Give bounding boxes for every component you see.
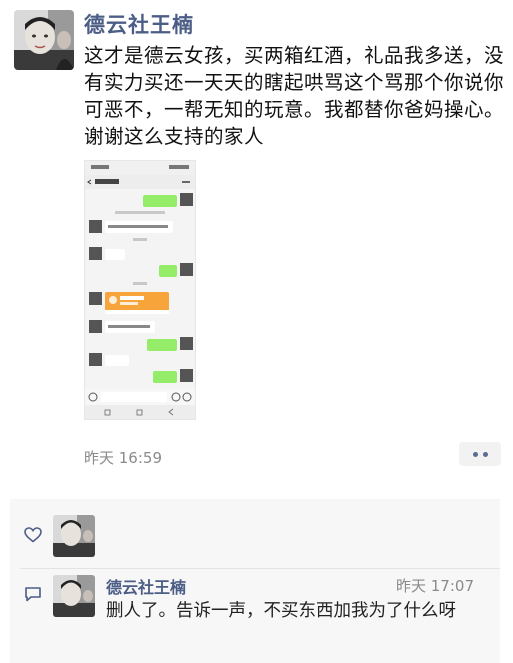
heart-outline-icon <box>24 527 42 547</box>
post-timestamp: 昨天 16:59 <box>84 449 162 467</box>
liker-avatar[interactable] <box>53 515 95 557</box>
comment-text[interactable]: 删人了。告诉一声，不买东西加我为了什么呀 <box>106 598 496 624</box>
likes-comments-panel: 德云社王楠 昨天 17:07 删人了。告诉一声，不买东西加我为了什么呀 <box>10 499 500 663</box>
commenter-avatar[interactable] <box>53 575 95 617</box>
divider <box>20 568 500 569</box>
more-actions-button[interactable] <box>459 442 501 466</box>
more-dots-icon <box>472 451 478 457</box>
comment-timestamp: 昨天 17:07 <box>396 577 474 595</box>
post-author-name[interactable]: 德云社王楠 <box>84 9 194 39</box>
post-text: 这才是德云女孩，买两箱红酒，礼品我多送，没有实力买还一天天的瞎起哄骂这个骂那个你… <box>84 44 505 148</box>
post-author-avatar[interactable] <box>14 10 74 70</box>
comment-icon <box>24 586 42 606</box>
post-image-chat-screenshot[interactable] <box>84 160 196 420</box>
more-dots-icon <box>482 451 488 457</box>
comment-author-name[interactable]: 德云社王楠 <box>106 574 186 598</box>
